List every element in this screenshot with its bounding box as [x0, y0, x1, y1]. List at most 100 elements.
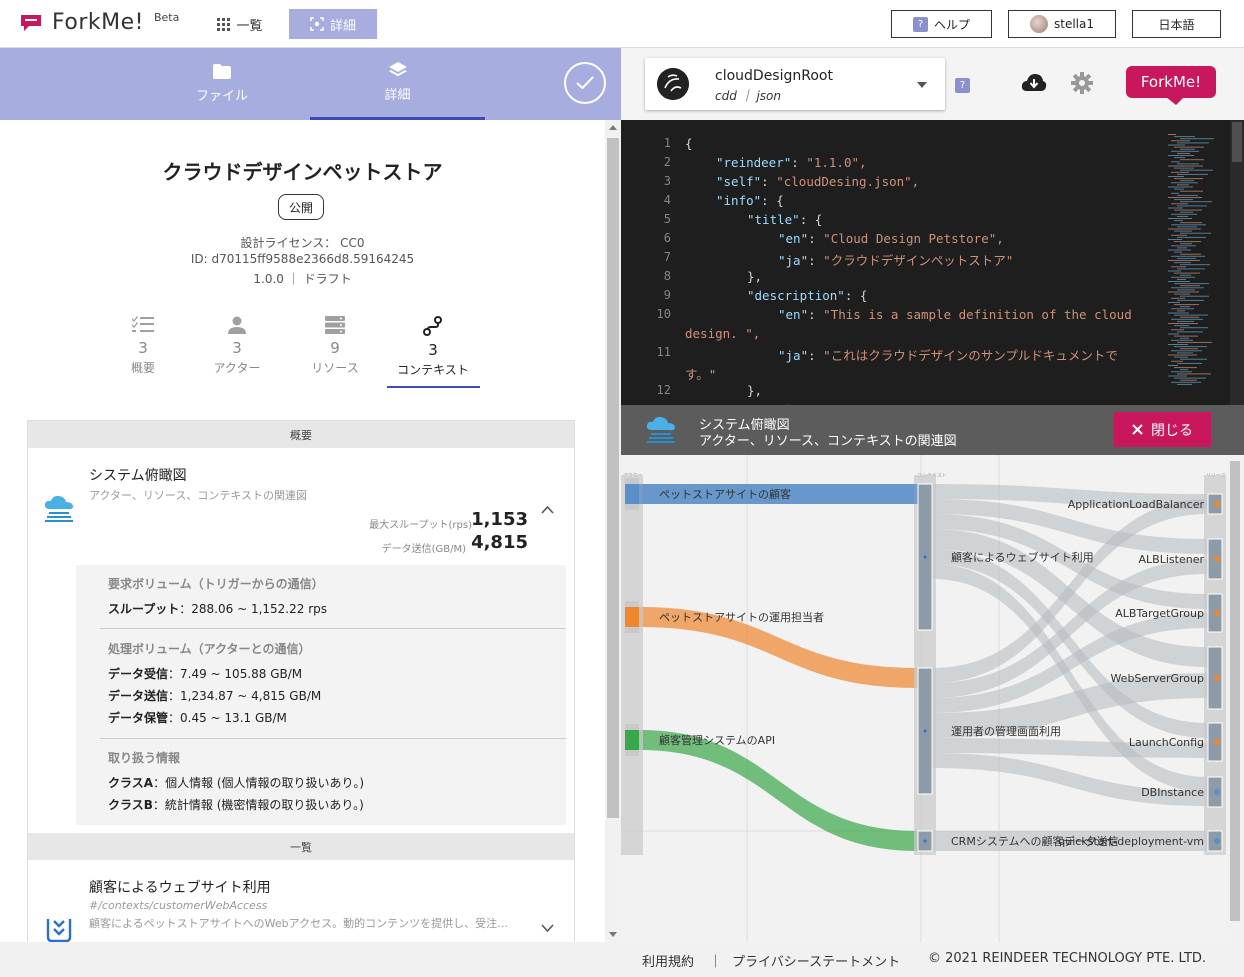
minimap-line	[1177, 362, 1202, 364]
minimap-line	[1177, 163, 1199, 165]
top-bar: ForkMe! Beta 一覧 詳細 ? ヘルプ stella1 日本語	[0, 0, 1244, 48]
tab-file[interactable]: ファイル	[160, 48, 284, 120]
help-label: ヘルプ	[933, 17, 970, 32]
minimap-line	[1180, 169, 1213, 171]
left-scrollbar[interactable]	[605, 120, 621, 942]
minimap-line	[1171, 297, 1185, 299]
overview-item-title[interactable]: システム俯瞰図	[89, 465, 187, 485]
throughput-line: スループット：288.06 ~ 1,152.22 rps	[108, 602, 328, 616]
close-button[interactable]: 閉じる	[1114, 412, 1211, 447]
stat-actors-label: アクター	[213, 361, 261, 375]
chevron-down-icon[interactable]	[541, 924, 554, 933]
nav-list-button[interactable]: 一覧	[205, 9, 275, 39]
stat-resources-count: 9	[330, 339, 340, 357]
minimap-line	[1174, 283, 1209, 285]
gear-icon[interactable]	[1071, 72, 1093, 94]
stat-active-indicator	[387, 386, 480, 388]
tab-detail[interactable]: 詳細	[310, 48, 485, 120]
stat-overview[interactable]: 3 概要	[103, 316, 183, 376]
cloud-stack-icon	[646, 416, 675, 443]
line-number: 6	[663, 231, 671, 245]
language-button[interactable]: 日本語	[1132, 10, 1221, 38]
minimap-line	[1177, 320, 1194, 322]
stat-contexts[interactable]: 3 コンテキスト	[393, 316, 473, 378]
kpi-throughput-label: 最大スループット(rps)	[369, 520, 472, 531]
scroll-down-arrow[interactable]	[609, 932, 617, 937]
minimap-line	[1177, 194, 1198, 196]
tab-file-label: ファイル	[195, 89, 248, 104]
minimap-line	[1168, 365, 1178, 366]
minimap-line	[1168, 375, 1187, 377]
code-line: "reindeer": "1.1.0",	[716, 155, 867, 170]
focus-icon	[310, 17, 324, 31]
app-logo[interactable]: ForkMe! Beta	[20, 10, 179, 35]
minimap-line	[1171, 255, 1205, 257]
minimap-line	[1177, 278, 1186, 280]
code-line: "self": "cloudDesing.json",	[716, 174, 920, 189]
document-toolbar: cloudDesignRoot cdd ｜ json ? ForkMe!	[621, 48, 1244, 120]
editor-scrollbar[interactable]	[1230, 120, 1244, 405]
diagram-subtitle: アクター、リソース、コンテキストの関連図	[699, 434, 957, 449]
sankey-diagram[interactable]: アクターコンテキストリソースペットストアサイトの顧客ペットストアサイトの運用担当…	[621, 455, 1226, 942]
resource-label: ALBListener	[1139, 553, 1205, 566]
resource-label: DBInstance	[1141, 786, 1204, 799]
minimap-line	[1171, 308, 1194, 310]
close-icon	[1132, 424, 1143, 435]
project-title: クラウドデザインペットストア	[162, 160, 443, 184]
minimap-line	[1168, 144, 1185, 146]
kpi-data-label: データ送信(GB/M)	[381, 544, 466, 555]
scroll-thumb[interactable]	[607, 138, 619, 818]
minimap-line	[1171, 276, 1195, 278]
minimap-line	[1177, 352, 1193, 354]
scroll-up-arrow[interactable]	[609, 125, 617, 130]
minimap-line	[1174, 367, 1197, 369]
minimap-line	[1168, 270, 1181, 272]
document-name: cloudDesignRoot	[715, 68, 833, 84]
diagram-scrollbar[interactable]	[1226, 455, 1244, 942]
json-editor[interactable]: 1 {2 "reindeer": "1.1.0", 3 "self": "cloudDe…	[621, 120, 1244, 405]
document-select[interactable]: cloudDesignRoot cdd ｜ json	[645, 58, 945, 110]
resource-label: LaunchConfig	[1129, 736, 1204, 749]
stat-actors[interactable]: 3 アクター	[197, 316, 277, 376]
minimap-line	[1168, 239, 1182, 240]
minimap-line	[1168, 134, 1176, 135]
minimap-line	[1168, 323, 1198, 324]
chevron-up-icon[interactable]	[541, 505, 554, 514]
minimap-line	[1168, 291, 1199, 293]
terms-link[interactable]: 利用規約	[642, 951, 694, 970]
privacy-link[interactable]: プライバシーステートメント	[732, 951, 900, 970]
list-item-title[interactable]: 顧客によるウェブサイト利用	[89, 877, 271, 897]
editor-scroll-thumb[interactable]	[1232, 122, 1242, 162]
class-b-line: クラスB：統計情報 (機密情報の取り扱いあり。)	[108, 798, 364, 812]
forkme-button[interactable]: ForkMe!	[1126, 66, 1216, 98]
minimap-line	[1171, 329, 1184, 331]
line-number: 11	[656, 345, 671, 359]
code-line: "description": {	[747, 288, 868, 303]
nav-detail-button[interactable]: 詳細	[289, 9, 377, 39]
minimap-line	[1168, 312, 1189, 314]
minimap-line	[1174, 167, 1194, 169]
context-label: 顧客によるウェブサイト利用	[951, 550, 1094, 564]
minimap-line	[1177, 247, 1187, 249]
server-icon	[325, 316, 345, 334]
document-help-icon[interactable]: ?	[955, 78, 970, 93]
checklist-icon	[131, 316, 154, 332]
minimap-line	[1168, 197, 1202, 198]
confirm-button[interactable]	[564, 62, 606, 104]
reindeer-icon	[657, 68, 689, 100]
editor-minimap[interactable]	[1166, 134, 1226, 394]
footer: 利用規約 ｜ プライバシーステートメント © 2021 REINDEER TEC…	[0, 942, 1244, 977]
user-menu-button[interactable]: stella1	[1008, 10, 1116, 38]
list-item-description: 顧客によるペットストアサイトへのWebアクセス。動的コンテンツを提供し、受注…	[89, 917, 509, 930]
minimap-line	[1177, 142, 1209, 144]
minimap-line	[1177, 205, 1207, 207]
stat-resources[interactable]: 9 リソース	[295, 316, 375, 376]
stat-resources-label: リソース	[311, 361, 359, 375]
cloud-download-icon[interactable]	[1021, 73, 1047, 93]
data-send-line: データ送信：1,234.87 ~ 4,815 GB/M	[108, 689, 322, 703]
resource-node-marker	[1214, 501, 1220, 507]
code-line: "en": "Cloud Design Petstore",	[778, 231, 1004, 246]
diagram-scroll-thumb[interactable]	[1230, 461, 1240, 921]
help-button[interactable]: ? ヘルプ	[891, 10, 992, 38]
minimap-line	[1171, 245, 1196, 247]
